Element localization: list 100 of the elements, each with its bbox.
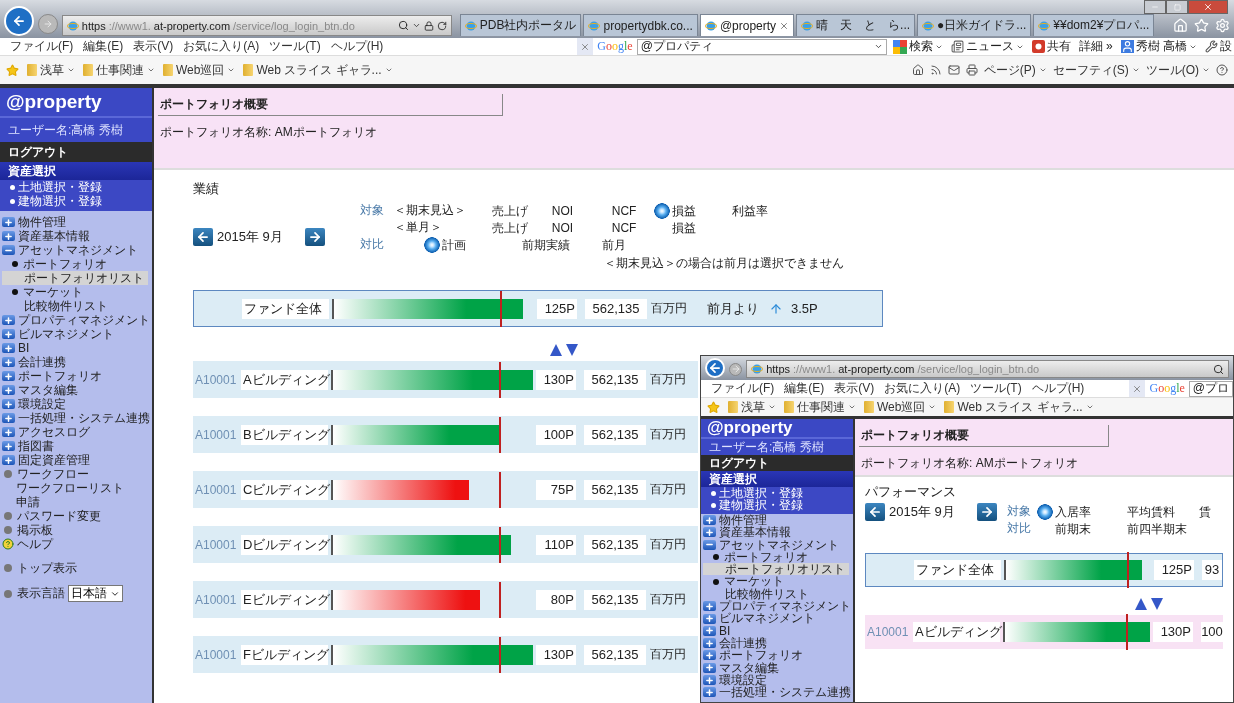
close-button[interactable]	[1188, 0, 1228, 14]
star-icon[interactable]	[1194, 18, 1209, 33]
forward-button[interactable]	[729, 362, 743, 376]
radio-option[interactable]: NCF	[593, 219, 654, 236]
close-button[interactable]	[577, 38, 594, 55]
nav-item[interactable]: パスワード変更	[2, 509, 148, 523]
favorites-folder[interactable]: Web巡回	[864, 398, 937, 416]
menu-item[interactable]: ツール(T)	[970, 380, 1022, 397]
search-field[interactable]: @プロ	[1188, 380, 1233, 397]
nav-item[interactable]: ポートフォリオ	[703, 550, 849, 564]
print-icon[interactable]	[965, 64, 978, 76]
radio-option[interactable]: 前四半期末	[1108, 520, 1187, 537]
back-button[interactable]	[705, 358, 725, 378]
settings-icon[interactable]	[1215, 18, 1230, 33]
browser-tab[interactable]: 晴 天 と ら...	[796, 14, 916, 36]
nav-item[interactable]: 申請	[2, 495, 148, 509]
logout-button[interactable]: ログアウト	[701, 455, 853, 471]
nav-item[interactable]: 資産基本情報	[2, 229, 148, 243]
feed-icon[interactable]	[929, 64, 942, 76]
next-button[interactable]	[976, 503, 997, 521]
nav-item[interactable]: 一括処理・システム連携	[2, 411, 148, 425]
logout-button[interactable]: ログアウト	[0, 142, 152, 162]
nav-item[interactable]: マスタ編集	[2, 383, 148, 397]
favorites-star-icon[interactable]	[6, 63, 19, 77]
nav-item[interactable]: BI	[703, 624, 849, 637]
toolbar-button[interactable]: 検索	[890, 38, 945, 55]
radio-option[interactable]: NCF	[593, 202, 654, 219]
nav-item[interactable]: 指図書	[2, 439, 148, 453]
language-select[interactable]: 日本語	[68, 585, 123, 602]
nav-item[interactable]: ポートフォリオ	[703, 649, 849, 662]
mail-icon[interactable]	[947, 64, 960, 76]
nav-item[interactable]: 環境設定	[2, 397, 148, 411]
next-button[interactable]	[304, 228, 325, 246]
menu-item[interactable]: 表示(V)	[133, 38, 174, 55]
browser-tab[interactable]: ●日米ガイドラ...	[917, 14, 1032, 36]
radio-option[interactable]: 前期実績	[503, 236, 584, 253]
radio-option[interactable]: 平均賃料	[1108, 503, 1181, 520]
toolbar-button[interactable]: ニュース	[948, 38, 1026, 55]
toolbar-button[interactable]: 詳細 »	[1076, 38, 1115, 55]
home-icon[interactable]	[911, 64, 924, 76]
nav-item[interactable]: ポートフォリオリスト	[703, 563, 849, 576]
favorites-folder[interactable]: 仕事関連	[83, 61, 155, 79]
nav-item[interactable]: 一括処理・システム連携	[703, 686, 849, 699]
toolbar-button[interactable]: 設	[1203, 38, 1234, 55]
menu-item[interactable]: 編集(E)	[784, 380, 825, 397]
nav-item[interactable]: プロパティマネジメント	[703, 600, 849, 613]
asset-link[interactable]: 土地選択・登録	[10, 180, 152, 194]
radio-option[interactable]: 利益率	[713, 202, 768, 219]
asset-link[interactable]: 建物選択・登録	[10, 194, 152, 208]
back-button[interactable]	[4, 6, 34, 36]
address-field[interactable]: https ://www1. at-property.com /service/log_login_btn.do	[61, 15, 452, 36]
nav-item[interactable]: マーケット	[2, 285, 148, 299]
toolbar-button[interactable]: 秀樹 高橋	[1118, 38, 1199, 55]
menu-item[interactable]: お気に入り(A)	[183, 38, 260, 55]
nav-item[interactable]: BI	[2, 341, 148, 355]
previous-button[interactable]	[193, 228, 213, 246]
minimize-button[interactable]	[1144, 0, 1166, 14]
nav-item[interactable]: ビルマネジメント	[2, 327, 148, 341]
command-menu[interactable]: セーフティ(S)	[1052, 61, 1140, 79]
radio-option[interactable]: 前月	[583, 236, 626, 253]
asset-link[interactable]: 建物選択・登録	[711, 499, 853, 511]
address-field[interactable]: https ://www1. at-property.com /service/log_login_btn.do	[746, 360, 1229, 378]
radio-option[interactable]: 賃	[1180, 503, 1211, 520]
radio-option[interactable]: NOI	[533, 202, 594, 219]
asset-link[interactable]: 土地選択・登録	[711, 487, 853, 499]
menu-item[interactable]: ヘルプ(H)	[330, 38, 384, 55]
search-field[interactable]: @プロパティ	[636, 38, 887, 55]
nav-item[interactable]: アクセスログ	[2, 425, 148, 439]
nav-item[interactable]: ヘルプ	[2, 537, 148, 551]
toolbar-button[interactable]: 共有	[1029, 38, 1073, 55]
menu-item[interactable]: ヘルプ(H)	[1031, 380, 1085, 397]
favorites-folder[interactable]: Web スライス ギャラ...	[944, 398, 1094, 416]
nav-item[interactable]: ポートフォリオ	[2, 369, 148, 383]
menu-item[interactable]: 編集(E)	[83, 38, 124, 55]
menu-item[interactable]: 表示(V)	[834, 380, 875, 397]
radio-option[interactable]: 売上げ	[473, 219, 534, 236]
nav-item[interactable]: アセットマネジメント	[703, 538, 849, 551]
menu-item[interactable]: お気に入り(A)	[884, 380, 961, 397]
browser-tab[interactable]: ¥¥dom2¥プロパ...	[1033, 14, 1155, 36]
maximize-button[interactable]	[1166, 0, 1188, 14]
radio-option[interactable]: 売上げ	[473, 202, 534, 219]
help-icon[interactable]	[1216, 64, 1228, 76]
nav-item[interactable]: ワークフローリスト	[2, 481, 148, 495]
radio-option[interactable]: NOI	[533, 219, 594, 236]
command-menu[interactable]: ページ(P)	[983, 61, 1047, 79]
favorites-folder[interactable]: 仕事関連	[784, 398, 856, 416]
nav-item[interactable]: アセットマネジメント	[2, 243, 148, 257]
nav-item[interactable]: ビルマネジメント	[703, 612, 849, 625]
browser-tab[interactable]: @property	[699, 14, 795, 36]
nav-item[interactable]: 物件管理	[703, 514, 849, 527]
nav-item[interactable]: プロパティマネジメント	[2, 313, 148, 327]
radio-option[interactable]: 前期末	[1036, 520, 1109, 537]
favorites-folder[interactable]: 浅草	[728, 398, 776, 416]
nav-item[interactable]: トップ表示	[2, 561, 148, 575]
favorites-star-icon[interactable]	[707, 400, 720, 414]
nav-item[interactable]: 会計連携	[2, 355, 148, 369]
nav-item[interactable]: マーケット	[703, 575, 849, 588]
nav-item[interactable]: 物件管理	[2, 215, 148, 229]
nav-item[interactable]: 資産基本情報	[703, 526, 849, 539]
nav-item[interactable]: 固定資産管理	[2, 453, 148, 467]
